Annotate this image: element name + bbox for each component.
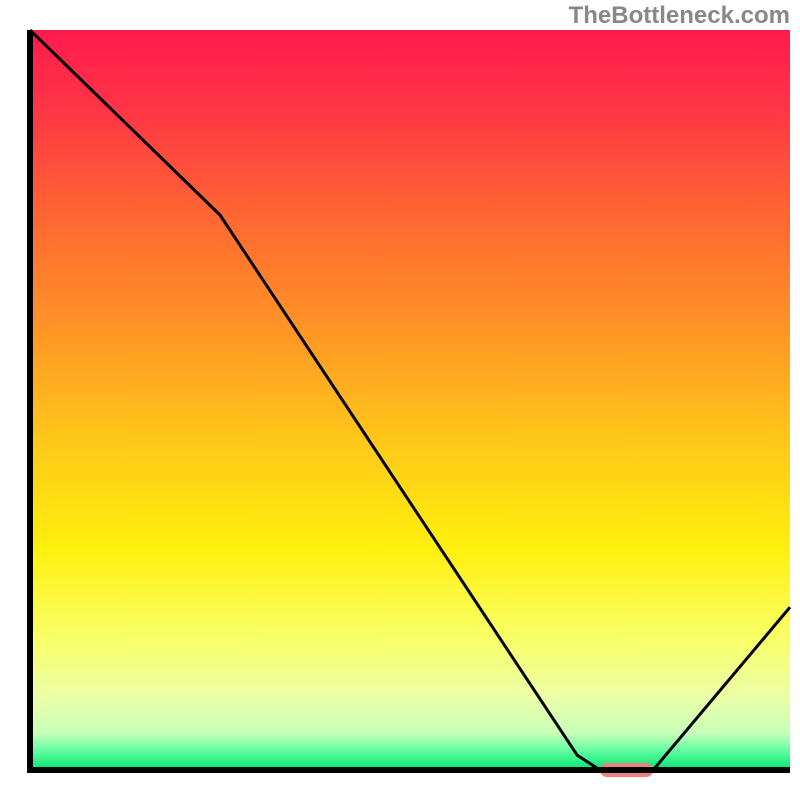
chart-container: TheBottleneck.com: [0, 0, 800, 800]
bottleneck-curve-chart: [0, 0, 800, 800]
watermark-label: TheBottleneck.com: [569, 2, 790, 30]
